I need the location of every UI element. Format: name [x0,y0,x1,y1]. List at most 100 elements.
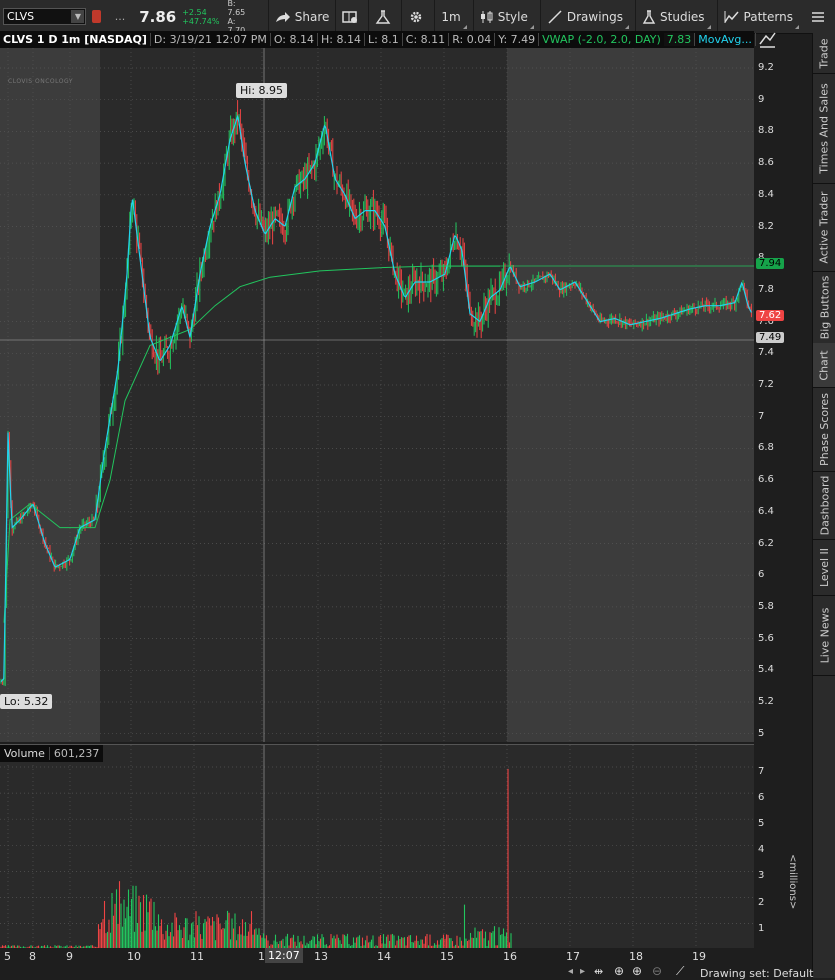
vwap-price-tag: 7.94 [756,258,785,269]
flag-icon[interactable] [92,10,101,23]
volume-tick-label: 2 [758,896,765,908]
drawing-tool-icon[interactable]: ⟋ [676,964,684,979]
share-icon [275,11,290,22]
symbol-input[interactable]: CLVS ▼ [3,8,87,25]
premarket-shading [0,48,100,742]
low-value: L: 8.1 [365,33,403,46]
zoom-in-icon[interactable]: ⊕ [632,964,642,978]
price-tick-label: 7.2 [758,379,774,390]
pencil-icon [548,9,562,24]
side-panel-tabs: Trade Times And Sales Active Trader Big But… [812,33,835,978]
time-tick-label: 13 [314,950,328,963]
crosshair-icon[interactable]: ⊕ [614,964,624,978]
low-label: Lo: 5.32 [0,694,53,709]
volume-title[interactable]: Volume [0,747,50,760]
sidetab-chart[interactable]: Chart [813,343,835,388]
bid-value: B: 7.65 [227,0,246,17]
price-tick-label: 5 [758,727,765,739]
settings-button[interactable] [401,0,434,33]
drawings-button[interactable]: Drawings [539,0,635,33]
price-tick-label: 7.8 [758,283,774,295]
price-tick-label: 5.4 [758,664,774,676]
high-label: Hi: 8.95 [236,83,288,98]
style-button[interactable]: Style [472,0,540,33]
sidetab-big-buttons[interactable]: Big Buttons [813,271,835,344]
scroll-left-icon[interactable]: ◂ [568,966,573,977]
time-tick-label: 9 [66,950,73,963]
volume-header: Volume 601,237 [0,745,104,762]
grid-icon [342,10,358,23]
pattern-icon [723,10,739,23]
flexible-grid-button[interactable] [335,0,368,33]
zoom-out-icon[interactable]: ⊖ [652,964,662,978]
sidetab-label: Dashboard [818,475,831,535]
drawings-label: Drawings [566,9,624,24]
price-tick-label: 6.2 [758,537,774,549]
sidetab-label: Trade [818,37,831,69]
time-axis[interactable]: 58910111213141516171819 12:07 ◂ ▸ ⇹ ⊕ ⊕ … [0,948,813,980]
sidetab-label: Chart [818,349,832,381]
chart-tools-icon[interactable] [758,30,778,50]
studies-button[interactable]: Studies [635,0,717,33]
sidetab-active-trader[interactable]: Active Trader [813,183,835,272]
vwap-study-label[interactable]: VWAP (-2.0, 2.0, DAY) [539,33,664,46]
price-tick-label: 5.6 [758,632,774,644]
sidetab-trade[interactable]: Trade [813,33,835,74]
last-price-tag: 7.62 [756,310,785,321]
price-tick-label: 9 [758,93,765,105]
menu-button[interactable] [805,0,835,33]
sidetab-phase-scores[interactable]: Phase Scores [813,387,835,472]
chart-title[interactable]: CLVS 1 D 1m [NASDAQ] [0,33,151,46]
more-button[interactable]: ... [115,10,126,23]
cursor-date: D: 3/19/21 12:07 PM [151,33,271,46]
time-tick-label: 17 [566,950,580,963]
corner-icon [529,25,534,29]
patterns-button[interactable]: Patterns [716,0,805,33]
sidetab-level-ii[interactable]: Level II [813,539,835,596]
time-tick-label: 8 [29,950,36,963]
price-tick-label: 5.8 [758,600,774,612]
price-tick-label: 8.2 [758,220,774,232]
corner-icon [706,25,711,29]
share-label: Share [294,9,330,24]
sidetab-times-and-sales[interactable]: Times And Sales [813,73,835,184]
aggregation-button[interactable]: 1m [434,0,472,33]
sidetab-label: Active Trader [818,190,832,264]
range-value: R: 0.04 [449,33,496,46]
cursor-price-tag: 7.49 [756,332,785,343]
thinkback-button[interactable] [368,0,401,33]
menu-icon [812,11,824,22]
volume-canvas [0,745,754,949]
sidetab-label: Phase Scores [818,392,832,466]
sidetab-label: Big Buttons [818,275,832,339]
time-tick-label: 10 [127,950,141,963]
sidetab-dashboard[interactable]: Dashboard [813,471,835,540]
scroll-right-icon[interactable]: ▸ [580,966,585,977]
drawing-set-label[interactable]: Drawing set: Default [700,967,813,980]
net-change: +2.54 +47.74% [182,8,219,26]
bid-ask: B: 7.65 A: 7.70 [227,0,253,35]
movavg-study-label[interactable]: MovAvg... [695,33,756,46]
price-axis[interactable]: 9.298.88.68.48.287.87.67.47.276.86.66.46… [754,32,812,960]
close-value: C: 8.11 [403,33,450,46]
afterhours-shading [507,48,754,742]
price-tick-label: 5.2 [758,696,774,707]
sidetab-live-news[interactable]: Live News [813,595,835,676]
time-tick-label: 18 [629,950,643,963]
time-tick-label: 11 [190,950,204,963]
share-button[interactable]: Share [267,0,336,33]
studies-label: Studies [660,9,705,24]
price-tick-label: 8.8 [758,125,774,137]
volume-pane[interactable]: Volume 601,237 [0,744,754,949]
pan-icon[interactable]: ⇹ [594,965,603,978]
open-value: O: 8.14 [271,33,318,46]
price-tick-label: 6 [758,569,765,581]
time-tick-label: 15 [440,950,454,963]
price-chart[interactable]: CLOVIS ONCOLOGY Hi: 8.95 Lo: 5.32 [0,48,754,742]
volume-tick-label: 6 [758,792,765,804]
price-tick-label: 6.8 [758,442,774,454]
chevron-down-icon[interactable]: ▼ [71,10,85,23]
symbol-text: CLVS [7,10,35,23]
corner-icon [794,25,799,29]
price-tick-label: 6.4 [758,505,774,517]
